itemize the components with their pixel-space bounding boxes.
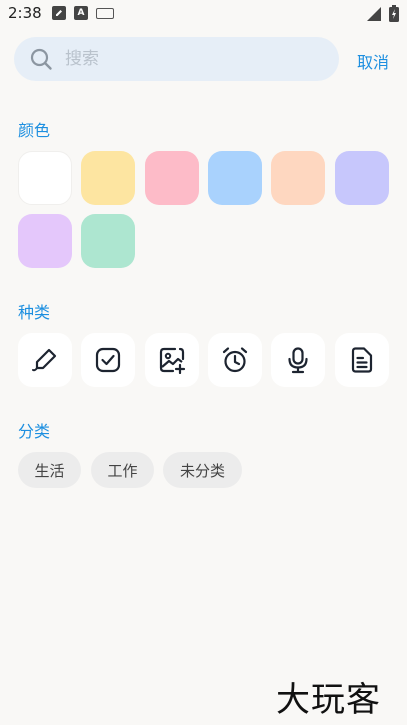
battery-icon [389, 5, 399, 22]
type-pen-button[interactable] [18, 333, 72, 387]
color-swatch-white[interactable] [18, 151, 72, 205]
image-add-icon [159, 347, 186, 374]
search-box[interactable] [14, 37, 339, 81]
color-swatch-peach[interactable] [271, 151, 325, 205]
type-voice-button[interactable] [271, 333, 325, 387]
a-box-icon: A [74, 6, 88, 20]
type-section-title: 种类 [18, 303, 51, 322]
status-time: 2:38 [8, 4, 42, 22]
status-system-icons [367, 5, 399, 22]
category-chip-life[interactable]: 生活 [18, 452, 81, 488]
color-swatch-purple[interactable] [18, 214, 72, 268]
type-image-button[interactable] [145, 333, 199, 387]
search-icon [30, 48, 52, 70]
checkbox-icon [95, 347, 121, 373]
color-swatch-green[interactable] [81, 214, 135, 268]
color-section-title: 颜色 [18, 121, 51, 140]
alarm-clock-icon [222, 347, 248, 373]
watermark-logo: 大玩客 [276, 680, 381, 720]
microphone-icon [288, 347, 308, 374]
type-checklist-button[interactable] [81, 333, 135, 387]
category-chip-uncategorized[interactable]: 未分类 [163, 452, 242, 488]
color-swatch-yellow[interactable] [81, 151, 135, 205]
pen-icon [32, 348, 57, 372]
status-bar: 2:38 A [0, 0, 407, 28]
edit-app-icon [52, 6, 66, 20]
category-chip-work[interactable]: 工作 [91, 452, 154, 488]
color-swatch-blue[interactable] [208, 151, 262, 205]
type-reminder-button[interactable] [208, 333, 262, 387]
document-icon [351, 347, 373, 373]
status-notification-icons: A [52, 6, 114, 20]
color-swatch-lavender[interactable] [335, 151, 389, 205]
type-document-button[interactable] [335, 333, 389, 387]
cancel-button[interactable]: 取消 [357, 49, 389, 73]
color-swatch-pink[interactable] [145, 151, 199, 205]
keyboard-icon [96, 8, 114, 19]
signal-icon [367, 6, 381, 21]
category-section-title: 分类 [18, 422, 51, 441]
search-input[interactable] [63, 48, 317, 70]
